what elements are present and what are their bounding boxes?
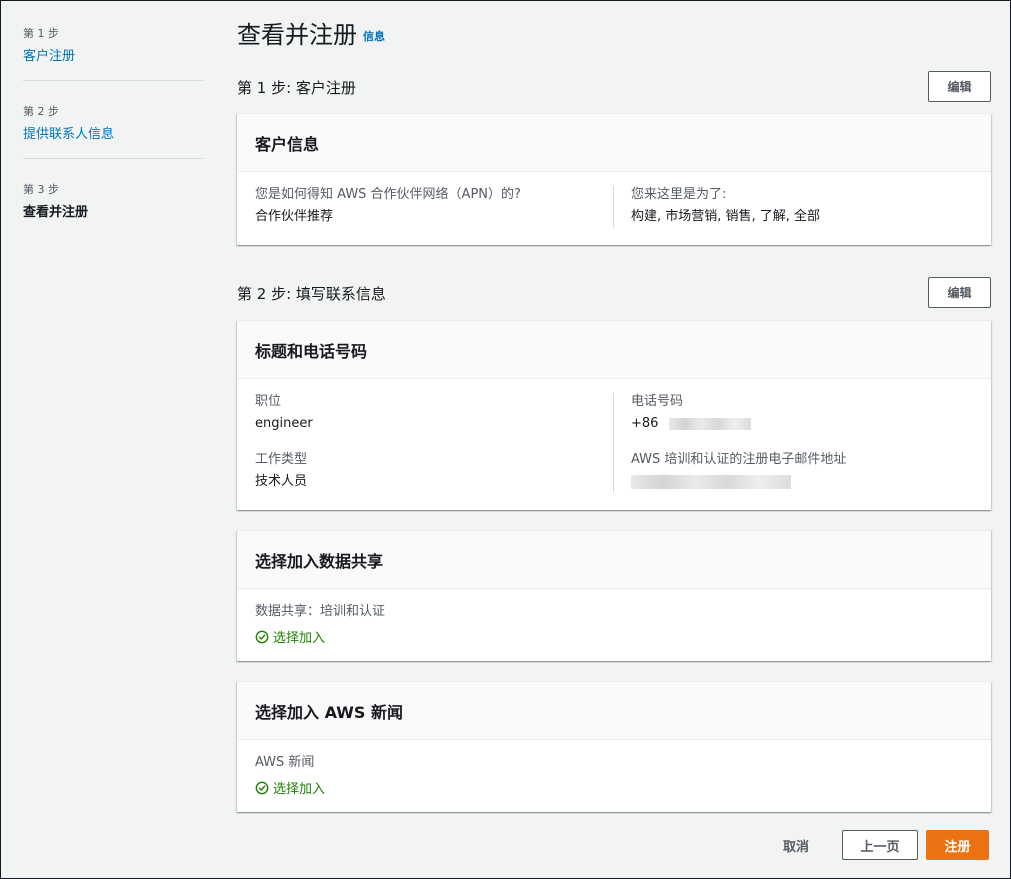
panel-title: 标题和电话号码	[237, 321, 991, 379]
data-sharing-panel: 选择加入数据共享 数据共享：培训和认证 选择加入	[237, 530, 991, 661]
apn-source-field: 您是如何得知 AWS 合作伙伴网络（APN）的? 合作伙伴推荐	[255, 186, 595, 226]
previous-button[interactable]: 上一页	[842, 830, 918, 860]
wizard-footer-actions: 取消 上一页 注册	[764, 830, 989, 860]
opt-in-text: 选择加入	[273, 782, 326, 797]
step-current-review: 查看并注册	[23, 205, 89, 220]
step-number: 第 3 步	[23, 183, 59, 196]
column-divider	[613, 393, 614, 493]
panel-title: 选择加入数据共享	[237, 531, 991, 589]
step2-title: 第 2 步: 填写联系信息	[237, 285, 386, 303]
info-link[interactable]: 信息	[363, 30, 385, 43]
field-label: 职位	[255, 394, 282, 409]
step2-header: 第 2 步: 填写联系信息 编辑	[237, 277, 991, 309]
field-label: AWS 新闻	[255, 755, 315, 770]
step-number: 第 1 步	[23, 27, 59, 40]
field-label: 电话号码	[631, 394, 684, 409]
step-link-customer-registration[interactable]: 客户注册	[23, 49, 75, 64]
field-label: 您是如何得知 AWS 合作伙伴网络（APN）的?	[255, 187, 521, 202]
opt-in-status: 选择加入	[255, 778, 973, 797]
submit-button[interactable]: 注册	[926, 830, 989, 860]
page-frame: 第 1 步 客户注册 第 2 步 提供联系人信息 第 3 步 查看并注册 查看并…	[0, 0, 1011, 879]
job-type-field: 工作类型 技术人员	[255, 451, 595, 491]
column-divider	[613, 186, 614, 228]
field-value: 技术人员	[255, 474, 308, 489]
check-circle-icon	[255, 630, 269, 643]
step-link-contact-info[interactable]: 提供联系人信息	[23, 127, 114, 142]
email-value	[631, 473, 971, 491]
phone-value: +86	[631, 415, 971, 433]
phone-field: 电话号码 +86	[631, 393, 971, 433]
step1-header: 第 1 步: 客户注册 编辑	[237, 71, 991, 103]
email-field: AWS 培训和认证的注册电子邮件地址	[631, 451, 971, 491]
opt-in-text: 选择加入	[273, 631, 326, 646]
wizard-steps-nav: 第 1 步 客户注册 第 2 步 提供联系人信息 第 3 步 查看并注册	[23, 19, 203, 252]
panel-title: 客户信息	[237, 114, 991, 172]
wizard-step-3: 第 3 步 查看并注册	[23, 175, 203, 236]
phone-prefix: +86	[631, 416, 659, 431]
wizard-step-1: 第 1 步 客户注册	[23, 19, 203, 81]
panel-title: 选择加入 AWS 新闻	[237, 682, 991, 740]
field-value: 合作伙伴推荐	[255, 209, 334, 224]
wizard-step-2: 第 2 步 提供联系人信息	[23, 97, 203, 159]
aws-news-panel: 选择加入 AWS 新闻 AWS 新闻 选择加入	[237, 681, 991, 812]
panel-body: 您是如何得知 AWS 合作伙伴网络（APN）的? 合作伙伴推荐 您来这里是为了:…	[237, 172, 991, 245]
opt-in-status: 选择加入	[255, 627, 973, 646]
page-title-text: 查看并注册	[237, 21, 357, 49]
panel-body: AWS 新闻 选择加入	[237, 740, 991, 811]
customer-info-panel: 客户信息 您是如何得知 AWS 合作伙伴网络（APN）的? 合作伙伴推荐 您来这…	[237, 113, 991, 245]
check-circle-icon	[255, 781, 269, 794]
step1-title: 第 1 步: 客户注册	[237, 79, 356, 97]
panel-body: 职位 engineer 工作类型 技术人员 电话号码 +86 AWS 培训和认证…	[237, 379, 991, 510]
field-value: 构建, 市场营销, 销售, 了解, 全部	[631, 209, 821, 224]
redacted-phone	[668, 417, 751, 430]
field-label: 数据共享：培训和认证	[255, 604, 386, 619]
purpose-field: 您来这里是为了: 构建, 市场营销, 销售, 了解, 全部	[631, 186, 971, 226]
right-column: 电话号码 +86 AWS 培训和认证的注册电子邮件地址	[631, 393, 971, 509]
page-title: 查看并注册 信息	[237, 15, 385, 50]
step-number: 第 2 步	[23, 105, 59, 118]
title-phone-panel: 标题和电话号码 职位 engineer 工作类型 技术人员 电话号码 +86 A…	[237, 320, 991, 510]
job-title-field: 职位 engineer	[255, 393, 595, 433]
cancel-button[interactable]: 取消	[764, 830, 828, 860]
left-column: 职位 engineer 工作类型 技术人员	[255, 393, 595, 509]
redacted-email	[631, 474, 791, 489]
field-value: engineer	[255, 416, 313, 431]
field-label: AWS 培训和认证的注册电子邮件地址	[631, 452, 847, 467]
field-label: 工作类型	[255, 452, 308, 467]
step2-edit-button[interactable]: 编辑	[928, 277, 991, 308]
field-label: 您来这里是为了:	[631, 187, 727, 202]
step1-edit-button[interactable]: 编辑	[928, 71, 991, 102]
panel-body: 数据共享：培训和认证 选择加入	[237, 589, 991, 660]
